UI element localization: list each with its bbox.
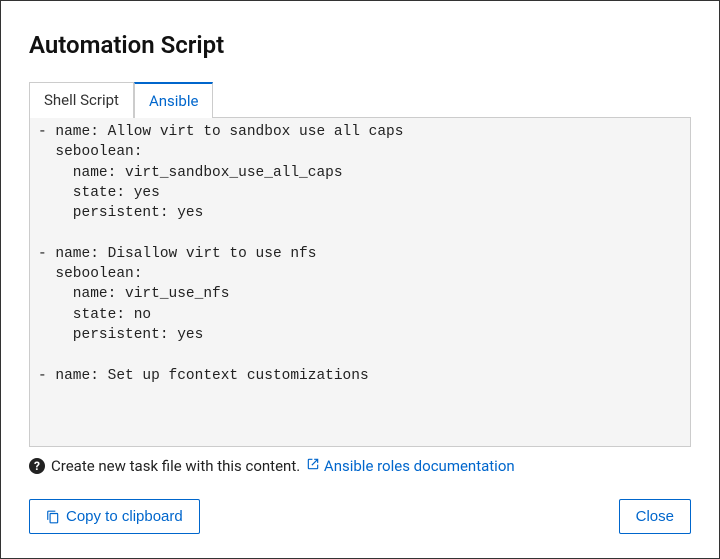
link-text: Ansible roles documentation: [324, 457, 515, 475]
code-content[interactable]: - name: Allow virt to sandbox use all ca…: [30, 118, 690, 446]
tab-ansible[interactable]: Ansible: [134, 82, 213, 118]
copy-to-clipboard-button[interactable]: Copy to clipboard: [29, 499, 200, 534]
modal-title: Automation Script: [29, 31, 691, 59]
copy-button-label: Copy to clipboard: [66, 508, 183, 525]
question-circle-icon: ?: [29, 458, 45, 474]
external-link-icon: [306, 457, 320, 471]
tab-bar: Shell Script Ansible: [29, 81, 691, 118]
automation-script-modal: Automation Script Shell Script Ansible -…: [0, 0, 720, 559]
code-panel: - name: Allow virt to sandbox use all ca…: [29, 118, 691, 447]
tab-shell-script[interactable]: Shell Script: [29, 82, 134, 118]
copy-icon: [46, 510, 60, 524]
helper-row: ? Create new task file with this content…: [29, 457, 691, 475]
modal-footer: Copy to clipboard Close: [29, 499, 691, 534]
ansible-docs-link[interactable]: Ansible roles documentation: [306, 457, 514, 475]
helper-text: Create new task file with this content.: [51, 457, 300, 475]
close-button-label: Close: [636, 508, 674, 525]
tab-label: Shell Script: [44, 91, 119, 109]
tab-label: Ansible: [149, 92, 198, 110]
close-button[interactable]: Close: [619, 499, 691, 534]
